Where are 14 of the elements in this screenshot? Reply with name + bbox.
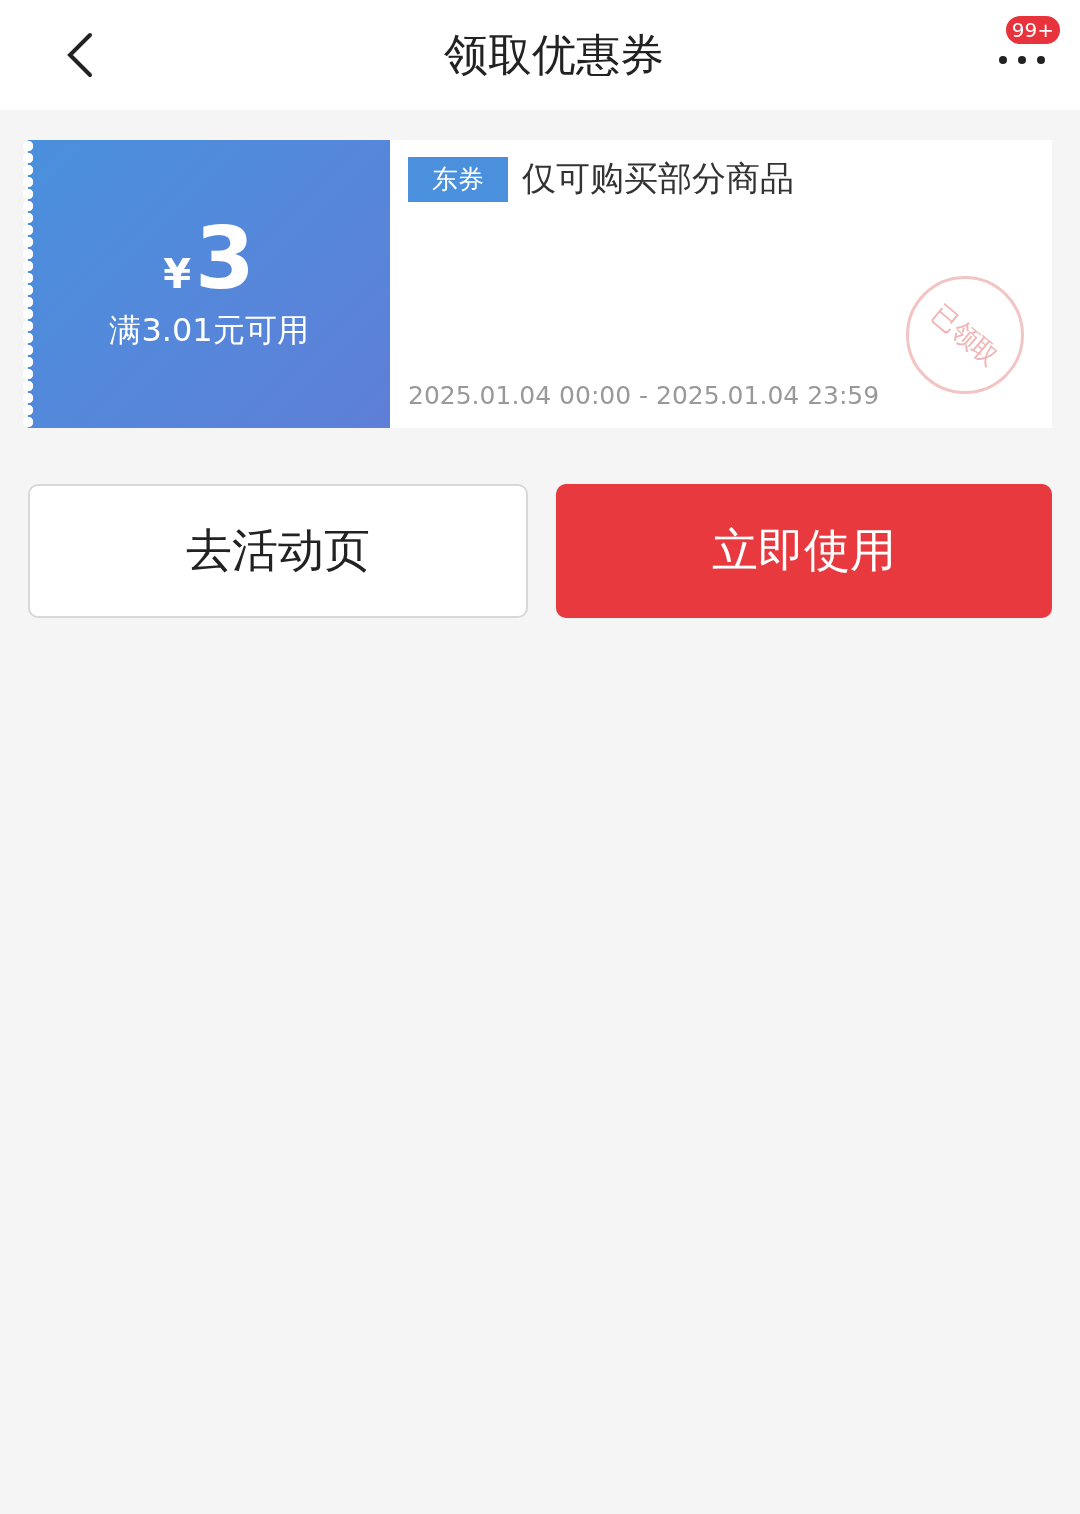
activity-page-button[interactable]: 去活动页: [28, 484, 528, 618]
use-now-button[interactable]: 立即使用: [556, 484, 1052, 618]
coupon-scope: 仅可购买部分商品: [522, 157, 794, 200]
more-button[interactable]: [998, 54, 1046, 66]
coupon-amount: 3: [195, 215, 255, 301]
coupon-validity: 2025.01.04 00:00 - 2025.01.04 23:59: [408, 381, 881, 410]
notification-badge: 99+: [1003, 14, 1062, 46]
more-icon: [998, 55, 1046, 65]
coupon-tag: 东券: [408, 156, 508, 202]
back-icon: [65, 32, 95, 78]
coupon-condition: 满3.01元可用: [109, 310, 309, 351]
page-title: 领取优惠券: [444, 27, 664, 82]
currency-symbol: ¥: [163, 251, 191, 297]
claimed-stamp: 已领取: [906, 276, 1024, 394]
